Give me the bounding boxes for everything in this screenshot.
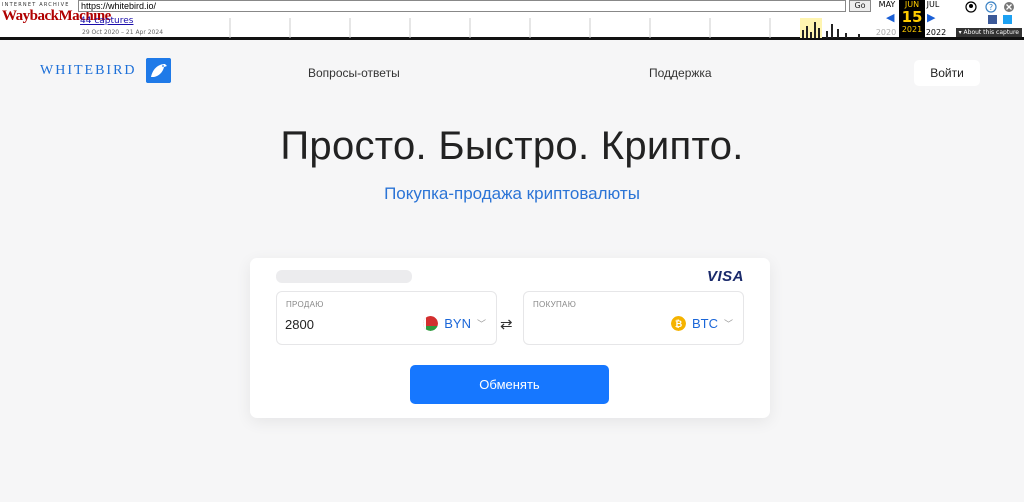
bird-logo-icon xyxy=(145,58,171,83)
login-button[interactable]: Войти xyxy=(914,60,980,86)
svg-text:₿: ₿ xyxy=(675,319,682,330)
chevron-down-icon: ﹀ xyxy=(723,318,733,329)
wayback-toolbar: INTERNET ARCHIVE WaybackMachine Go 44 ca… xyxy=(0,0,1024,40)
buy-amount-input[interactable] xyxy=(532,317,642,332)
wayback-url-input[interactable] xyxy=(78,0,846,12)
sell-label: ПРОДАЮ xyxy=(286,300,324,309)
twitter-icon[interactable] xyxy=(1003,15,1012,24)
wayback-day-current: 15 xyxy=(901,8,923,26)
account-icon[interactable] xyxy=(965,1,977,13)
wayback-next-arrow-icon[interactable]: ▶ xyxy=(927,11,935,24)
wayback-logo-main: WaybackMachine xyxy=(2,8,111,24)
wayback-month-next[interactable]: JUL xyxy=(920,0,946,9)
wayback-logo[interactable]: INTERNET ARCHIVE WaybackMachine xyxy=(2,2,111,24)
wayback-year-prev[interactable]: 2020 xyxy=(873,28,899,37)
buy-currency-code: BTC xyxy=(691,315,718,331)
facebook-icon[interactable] xyxy=(988,15,997,24)
wayback-about-capture[interactable]: ▾ About this capture xyxy=(955,28,1022,37)
nav-support-link[interactable]: Поддержка xyxy=(649,66,712,80)
wayback-prev-arrow-icon[interactable]: ◀ xyxy=(886,11,894,24)
wayback-year-current: 2021 xyxy=(901,25,923,34)
chevron-down-icon: ﹀ xyxy=(476,318,486,329)
svg-text:?: ? xyxy=(989,3,993,12)
wayback-capture-sparkline[interactable] xyxy=(170,18,870,38)
logo-text: WHITEBIRD xyxy=(40,62,137,78)
buy-field[interactable]: ПОКУПАЮ ₿ BTC ﹀ xyxy=(523,291,744,345)
site-logo[interactable]: WHITEBIRD xyxy=(40,58,171,83)
card-placeholder-bar xyxy=(276,270,412,283)
sell-field[interactable]: ПРОДАЮ BYN ﹀ xyxy=(276,291,497,345)
belarus-flag-icon xyxy=(423,315,439,331)
wayback-year-next[interactable]: 2022 xyxy=(923,28,949,37)
close-icon[interactable] xyxy=(1004,2,1014,12)
buy-label: ПОКУПАЮ xyxy=(533,300,577,309)
sell-currency-code: BYN xyxy=(444,315,471,331)
bitcoin-icon: ₿ xyxy=(670,315,686,331)
wayback-go-button[interactable]: Go xyxy=(849,0,871,12)
exchange-card: VISA ПРОДАЮ BYN ﹀ ⇄ ПОКУПАЮ ₿ xyxy=(250,258,770,418)
swap-arrows-icon[interactable]: ⇄ xyxy=(500,315,513,333)
exchange-submit-button[interactable]: Обменять xyxy=(410,365,609,404)
sell-amount-input[interactable] xyxy=(285,317,395,332)
help-icon[interactable]: ? xyxy=(985,1,997,13)
wayback-month-prev[interactable]: MAY xyxy=(874,0,900,9)
wayback-captures-link[interactable]: 44 captures xyxy=(80,16,133,26)
visa-logo: VISA xyxy=(706,268,744,285)
hero-title: Просто. Быстро. Крипто. xyxy=(280,124,744,168)
nav-faq-link[interactable]: Вопросы-ответы xyxy=(308,66,400,80)
sell-currency-select[interactable]: BYN ﹀ xyxy=(423,314,486,332)
hero-subtitle: Покупка-продажа криптовалюты xyxy=(384,184,640,203)
wayback-date-range: 29 Oct 2020 – 21 Apr 2024 xyxy=(82,29,164,36)
buy-currency-select[interactable]: ₿ BTC ﹀ xyxy=(670,314,733,332)
